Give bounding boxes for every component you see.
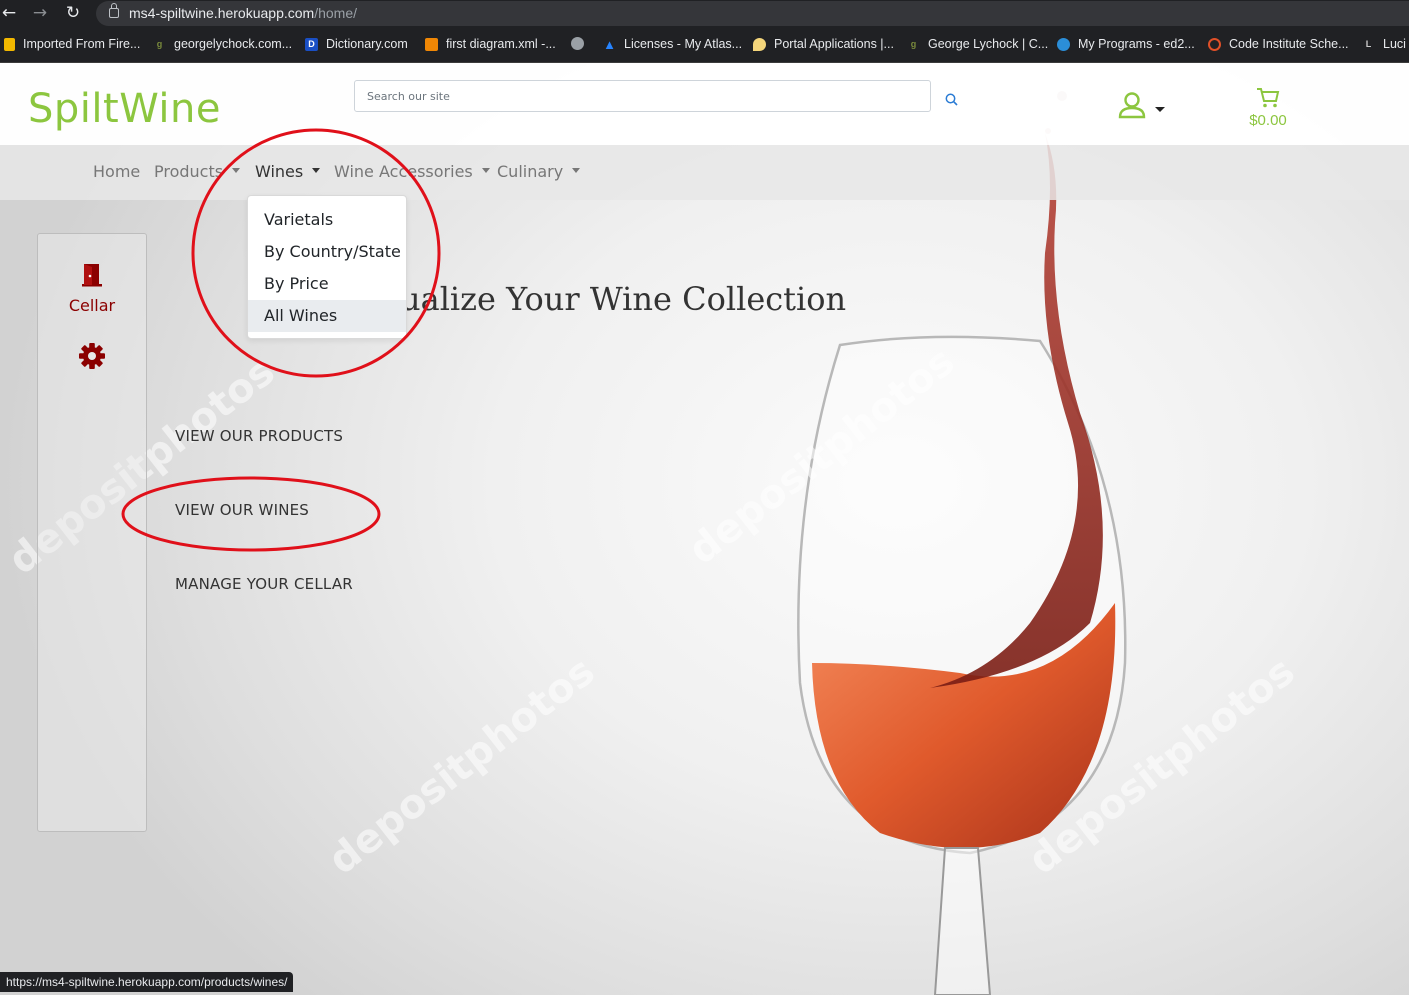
gear-icon[interactable] [78,342,106,370]
bookmark-item[interactable] [571,37,592,50]
site-icon: g [156,38,163,49]
wine-glass-image [797,91,1127,995]
bookmark-item[interactable]: L Luci [1362,37,1406,51]
bookmark-item[interactable]: g georgelychock.com... [153,37,292,51]
bookmark-item[interactable]: D Dictionary.com [305,37,408,51]
menu-item-by-price[interactable]: By Price [248,268,406,300]
watermark-text: depositphotos [320,648,604,884]
site-logo[interactable]: SpiltWine [28,86,221,132]
nav-wines[interactable]: Wines [255,162,321,181]
lucid-icon: L [1365,38,1372,49]
bookmark-item[interactable]: My Programs - ed2... [1057,37,1195,51]
cellar-label[interactable]: Cellar [38,296,146,315]
view-wines-link[interactable]: VIEW OUR WINES [175,501,309,519]
manage-cellar-link[interactable]: MANAGE YOUR CELLAR [175,575,353,593]
globe-icon [571,37,584,50]
search-input[interactable] [354,80,931,112]
forward-arrow-icon[interactable]: → [29,2,51,24]
chevron-down-icon [232,168,241,173]
nav-products[interactable]: Products [154,162,241,181]
search-icon[interactable] [944,92,960,108]
reload-icon[interactable]: ↻ [62,2,84,24]
site-icon: g [910,38,917,49]
chevron-down-icon [312,168,321,173]
door-icon[interactable] [81,263,103,287]
bookmark-item[interactable]: first diagram.xml -... [425,37,556,51]
watermark-text: depositphotos [680,338,964,574]
browser-toolbar: ← → ↻ ms4-spiltwine.herokuapp.com/home/ [0,0,1409,28]
user-account-icon[interactable] [1117,91,1147,119]
cart-button[interactable]: $0.00 [1247,87,1289,129]
nav-culinary[interactable]: Culinary [497,162,581,181]
ci-icon [1208,37,1221,51]
menu-item-by-country[interactable]: By Country/State [248,236,406,268]
hero-title: ualize Your Wine Collection [400,280,847,318]
bookmark-item[interactable]: Code Institute Sche... [1208,37,1349,51]
view-products-link[interactable]: VIEW OUR PRODUCTS [175,427,343,445]
site-header: SpiltWine $0.00 [0,63,1409,145]
edx-icon [1057,37,1070,51]
page-content: depositphotos depositphotos depositphoto… [0,63,1409,995]
back-arrow-icon[interactable]: ← [0,2,20,24]
address-bar[interactable]: ms4-spiltwine.herokuapp.com/home/ [96,1,1409,26]
menu-item-all-wines[interactable]: All Wines [248,300,406,332]
chevron-down-icon[interactable] [1155,107,1165,112]
nav-wine-accessories[interactable]: Wine Accessories [334,162,490,181]
cellar-sidebar: Cellar [37,233,147,832]
diagram-icon [425,37,438,51]
wines-dropdown-menu: Varietals By Country/State By Price All … [247,195,407,339]
menu-item-varietals[interactable]: Varietals [248,204,406,236]
bookmarks-bar: Imported From Fire... g georgelychock.com… [0,28,1409,63]
chevron-down-icon [572,168,581,173]
dictionary-icon: D [305,37,318,51]
chevron-down-icon [481,168,490,173]
watermark-text: depositphotos [1020,648,1304,884]
url-text: ms4-spiltwine.herokuapp.com/home/ [129,5,358,21]
bookmark-item[interactable]: g George Lychock | C... [907,37,1048,51]
nav-home[interactable]: Home [93,162,140,181]
lock-icon [109,3,119,18]
folder-icon [4,37,15,51]
cart-icon [1257,88,1280,108]
portal-icon [753,37,766,51]
bookmark-item[interactable]: Portal Applications |... [753,37,894,51]
main-nav: Home Products Wines Wine Accessories Cul… [0,145,1409,200]
status-bar-url: https://ms4-spiltwine.herokuapp.com/prod… [0,972,294,992]
atlassian-icon: ▲ [603,36,616,52]
bookmark-item[interactable]: Imported From Fire... [4,37,140,51]
cart-total: $0.00 [1249,112,1287,129]
bookmark-item[interactable]: ▲ Licenses - My Atlas... [603,37,742,51]
